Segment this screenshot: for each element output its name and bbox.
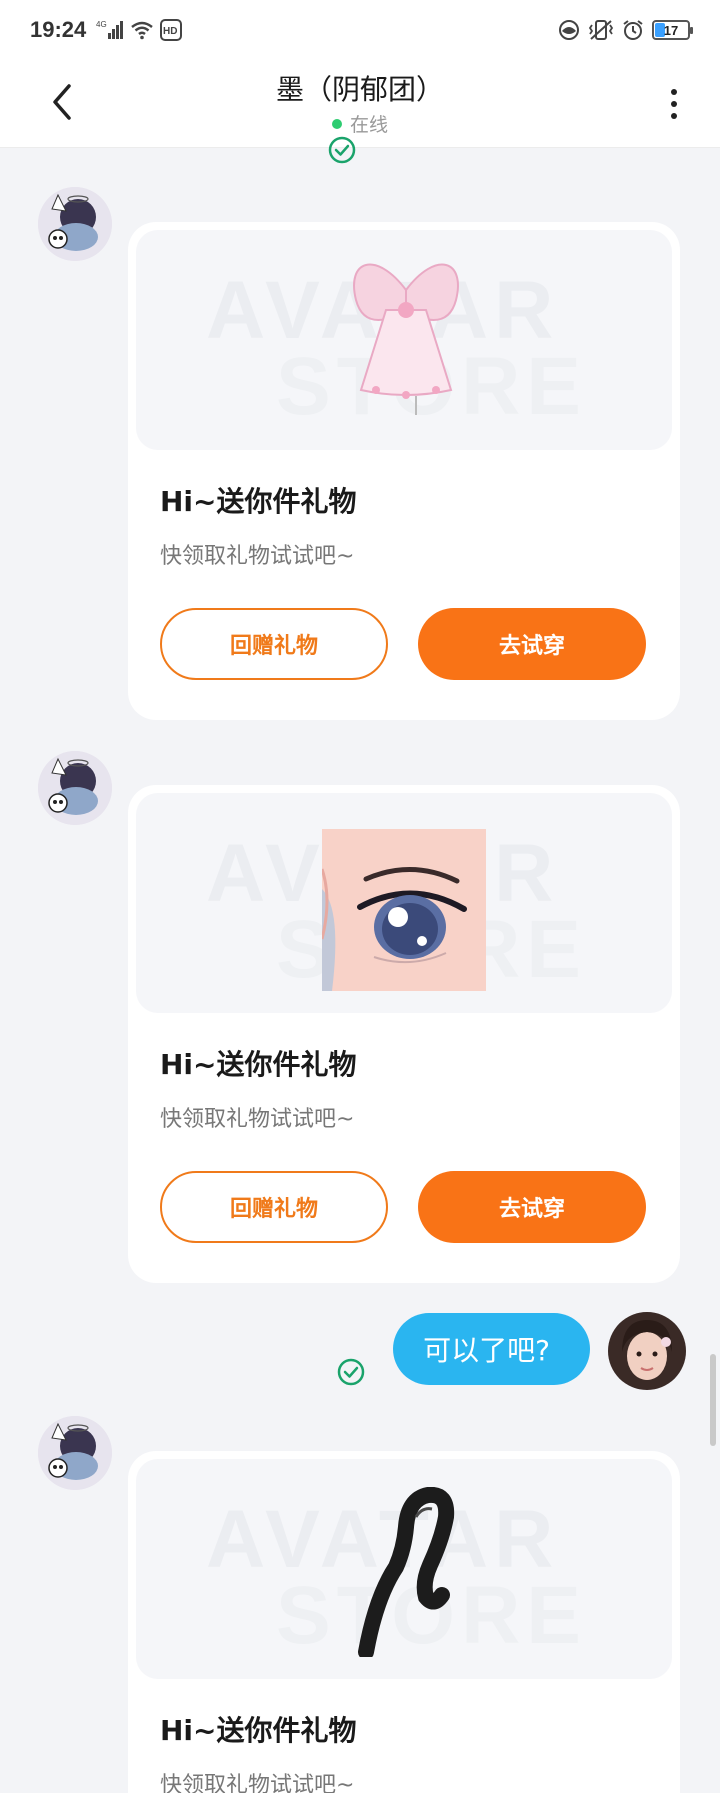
- more-options-button[interactable]: [656, 82, 692, 126]
- status-icons: 4G HD: [96, 19, 183, 41]
- chat-title: 墨（阴郁团）: [275, 73, 444, 106]
- status-bar: 19:24 4G HD 17: [0, 0, 720, 60]
- anime-eye-image: [322, 829, 486, 991]
- gift-preview[interactable]: AVATAR STORE: [136, 1459, 672, 1679]
- my-message-bubble[interactable]: 可以了吧?: [393, 1313, 590, 1385]
- return-gift-button[interactable]: 回赠礼物: [160, 1171, 388, 1243]
- my-avatar[interactable]: [608, 1312, 686, 1390]
- alarm-icon: [622, 19, 644, 41]
- online-status: 在线: [331, 110, 388, 137]
- status-left: 19:24 4G HD: [30, 17, 183, 43]
- read-check-icon: [337, 1358, 365, 1386]
- try-on-button[interactable]: 去试穿: [418, 1171, 646, 1243]
- sender-avatar[interactable]: [38, 1416, 112, 1490]
- gift-title: Hi~送你件礼物: [160, 485, 357, 518]
- signal-4g-icon: 4G: [96, 19, 124, 41]
- black-tail-image: [358, 1487, 455, 1657]
- gift-subtitle: 快领取礼物试试吧~: [160, 544, 355, 569]
- gift-title: Hi~送你件礼物: [160, 1048, 357, 1081]
- gift-subtitle: 快领取礼物试试吧~: [160, 1773, 355, 1793]
- scrollbar[interactable]: [710, 1354, 716, 1446]
- battery-icon: 17: [652, 20, 693, 40]
- nav-bar: 墨（阴郁团） 在线: [0, 60, 720, 148]
- nav-center: 墨（阴郁团） 在线: [0, 68, 720, 137]
- more-dot-icon: [671, 113, 677, 119]
- butterfly-dress-image: [353, 263, 459, 415]
- battery-text: 17: [663, 22, 679, 38]
- return-gift-button[interactable]: 回赠礼物: [160, 608, 388, 680]
- gift-card: AVATAR STORE Hi~送你件礼物 快领取礼物试试吧~: [128, 1451, 680, 1793]
- gift-subtitle: 快领取礼物试试吧~: [160, 1107, 355, 1132]
- online-status-label: 在线: [349, 114, 388, 136]
- gift-preview[interactable]: AVATAR STORE: [136, 230, 672, 450]
- try-on-button[interactable]: 去试穿: [418, 608, 646, 680]
- gift-preview[interactable]: AVATAR STORE: [136, 793, 672, 1013]
- hd-icon: HD: [160, 19, 183, 41]
- gift-actions: 回赠礼物 去试穿: [160, 608, 648, 680]
- gift-card: AVATAR STORE Hi~送你件礼物 快领取礼物试试吧~ 回赠礼物 去试穿: [128, 222, 680, 720]
- wifi-icon: [130, 20, 154, 40]
- svg-text:4G: 4G: [96, 20, 107, 29]
- gift-actions: 回赠礼物 去试穿: [160, 1171, 648, 1243]
- more-dot-icon: [671, 89, 677, 95]
- gift-title: Hi~送你件礼物: [160, 1714, 357, 1747]
- sender-avatar[interactable]: [38, 751, 112, 825]
- more-dot-icon: [671, 101, 677, 107]
- status-time: 19:24: [30, 17, 87, 42]
- online-dot-icon: [331, 118, 342, 129]
- sender-avatar[interactable]: [38, 187, 112, 261]
- eye-comfort-icon: [558, 19, 580, 41]
- status-right: 17: [558, 19, 693, 41]
- gift-card: AVATAR STORE Hi~送你件礼物 快领取礼物试试吧~ 回赠礼物 去试穿: [128, 785, 680, 1283]
- read-check-icon: [328, 136, 356, 164]
- svg-text:HD: HD: [163, 26, 177, 37]
- vibrate-icon: [588, 19, 614, 41]
